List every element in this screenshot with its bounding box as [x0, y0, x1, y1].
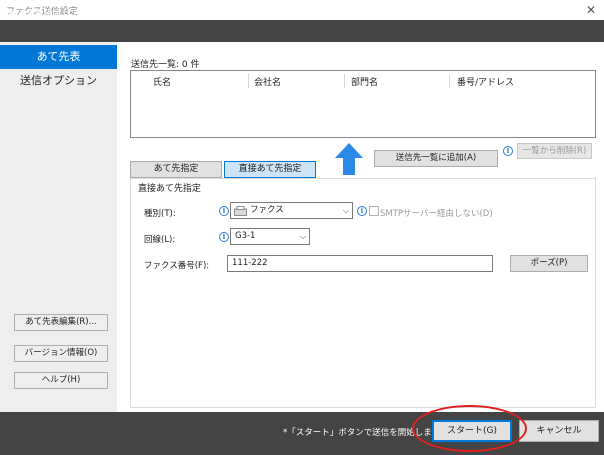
type-value: ファクス	[250, 205, 284, 215]
fax-icon	[234, 206, 247, 216]
chevron-down-icon: ⌵	[299, 232, 306, 241]
destination-list-title: 送信先一覧: 0 件	[131, 60, 200, 70]
info-icon: i	[503, 146, 513, 156]
remove-from-list-button[interactable]: 一覧から削除(R)	[517, 143, 592, 159]
column-header-department[interactable]: 部門名	[351, 75, 378, 88]
add-to-list-button[interactable]: 送信先一覧に追加(A)	[374, 150, 498, 167]
pause-button[interactable]: ポーズ(P)	[510, 255, 588, 272]
fax-number-label: ファクス番号(F):	[144, 261, 210, 271]
type-select[interactable]: ファクス ⌵	[230, 202, 353, 219]
destination-list[interactable]: 氏名 会社名 部門名 番号/アドレス	[130, 70, 596, 138]
fax-number-input[interactable]: 111-222	[227, 255, 493, 272]
column-divider	[248, 74, 249, 88]
cancel-button[interactable]: キャンセル	[519, 420, 599, 442]
arrow-up-icon	[335, 143, 363, 175]
column-header-name[interactable]: 氏名	[153, 75, 171, 88]
instruction-bar	[0, 20, 604, 42]
help-button[interactable]: ヘルプ(H)	[14, 372, 108, 389]
type-label: 種別(T):	[144, 209, 176, 219]
column-header-company[interactable]: 会社名	[254, 75, 281, 88]
sidebar-item-address-book[interactable]: あて先表	[0, 45, 117, 69]
instruction-text: あて先を指定して、「スタート」ボタンをクリックしてください。	[8, 9, 273, 19]
edit-address-book-button[interactable]: あて先表編集(R)...	[14, 314, 108, 331]
group-title: 直接あて先指定	[136, 181, 203, 194]
line-value: G3-1	[235, 231, 256, 241]
close-icon[interactable]: ✕	[580, 1, 602, 19]
info-icon: i	[357, 206, 367, 216]
column-divider	[344, 74, 345, 88]
info-icon: i	[219, 232, 229, 242]
sidebar-item-send-options[interactable]: 送信オプション	[0, 69, 117, 93]
highlight-ellipse	[412, 405, 527, 452]
chevron-down-icon: ⌵	[342, 206, 349, 215]
column-header-number[interactable]: 番号/アドレス	[457, 75, 514, 88]
version-info-button[interactable]: バージョン情報(O)	[14, 345, 108, 362]
smtp-checkbox[interactable]	[369, 206, 379, 216]
line-select[interactable]: G3-1 ⌵	[230, 228, 310, 245]
tab-address-book[interactable]: あて先指定	[130, 161, 222, 178]
tab-direct-address[interactable]: 直接あて先指定	[224, 161, 316, 178]
column-divider	[449, 74, 450, 88]
line-label: 回線(L):	[144, 235, 176, 245]
info-icon: i	[219, 206, 229, 216]
smtp-checkbox-label: SMTPサーバー経由しない(D)	[380, 209, 493, 219]
